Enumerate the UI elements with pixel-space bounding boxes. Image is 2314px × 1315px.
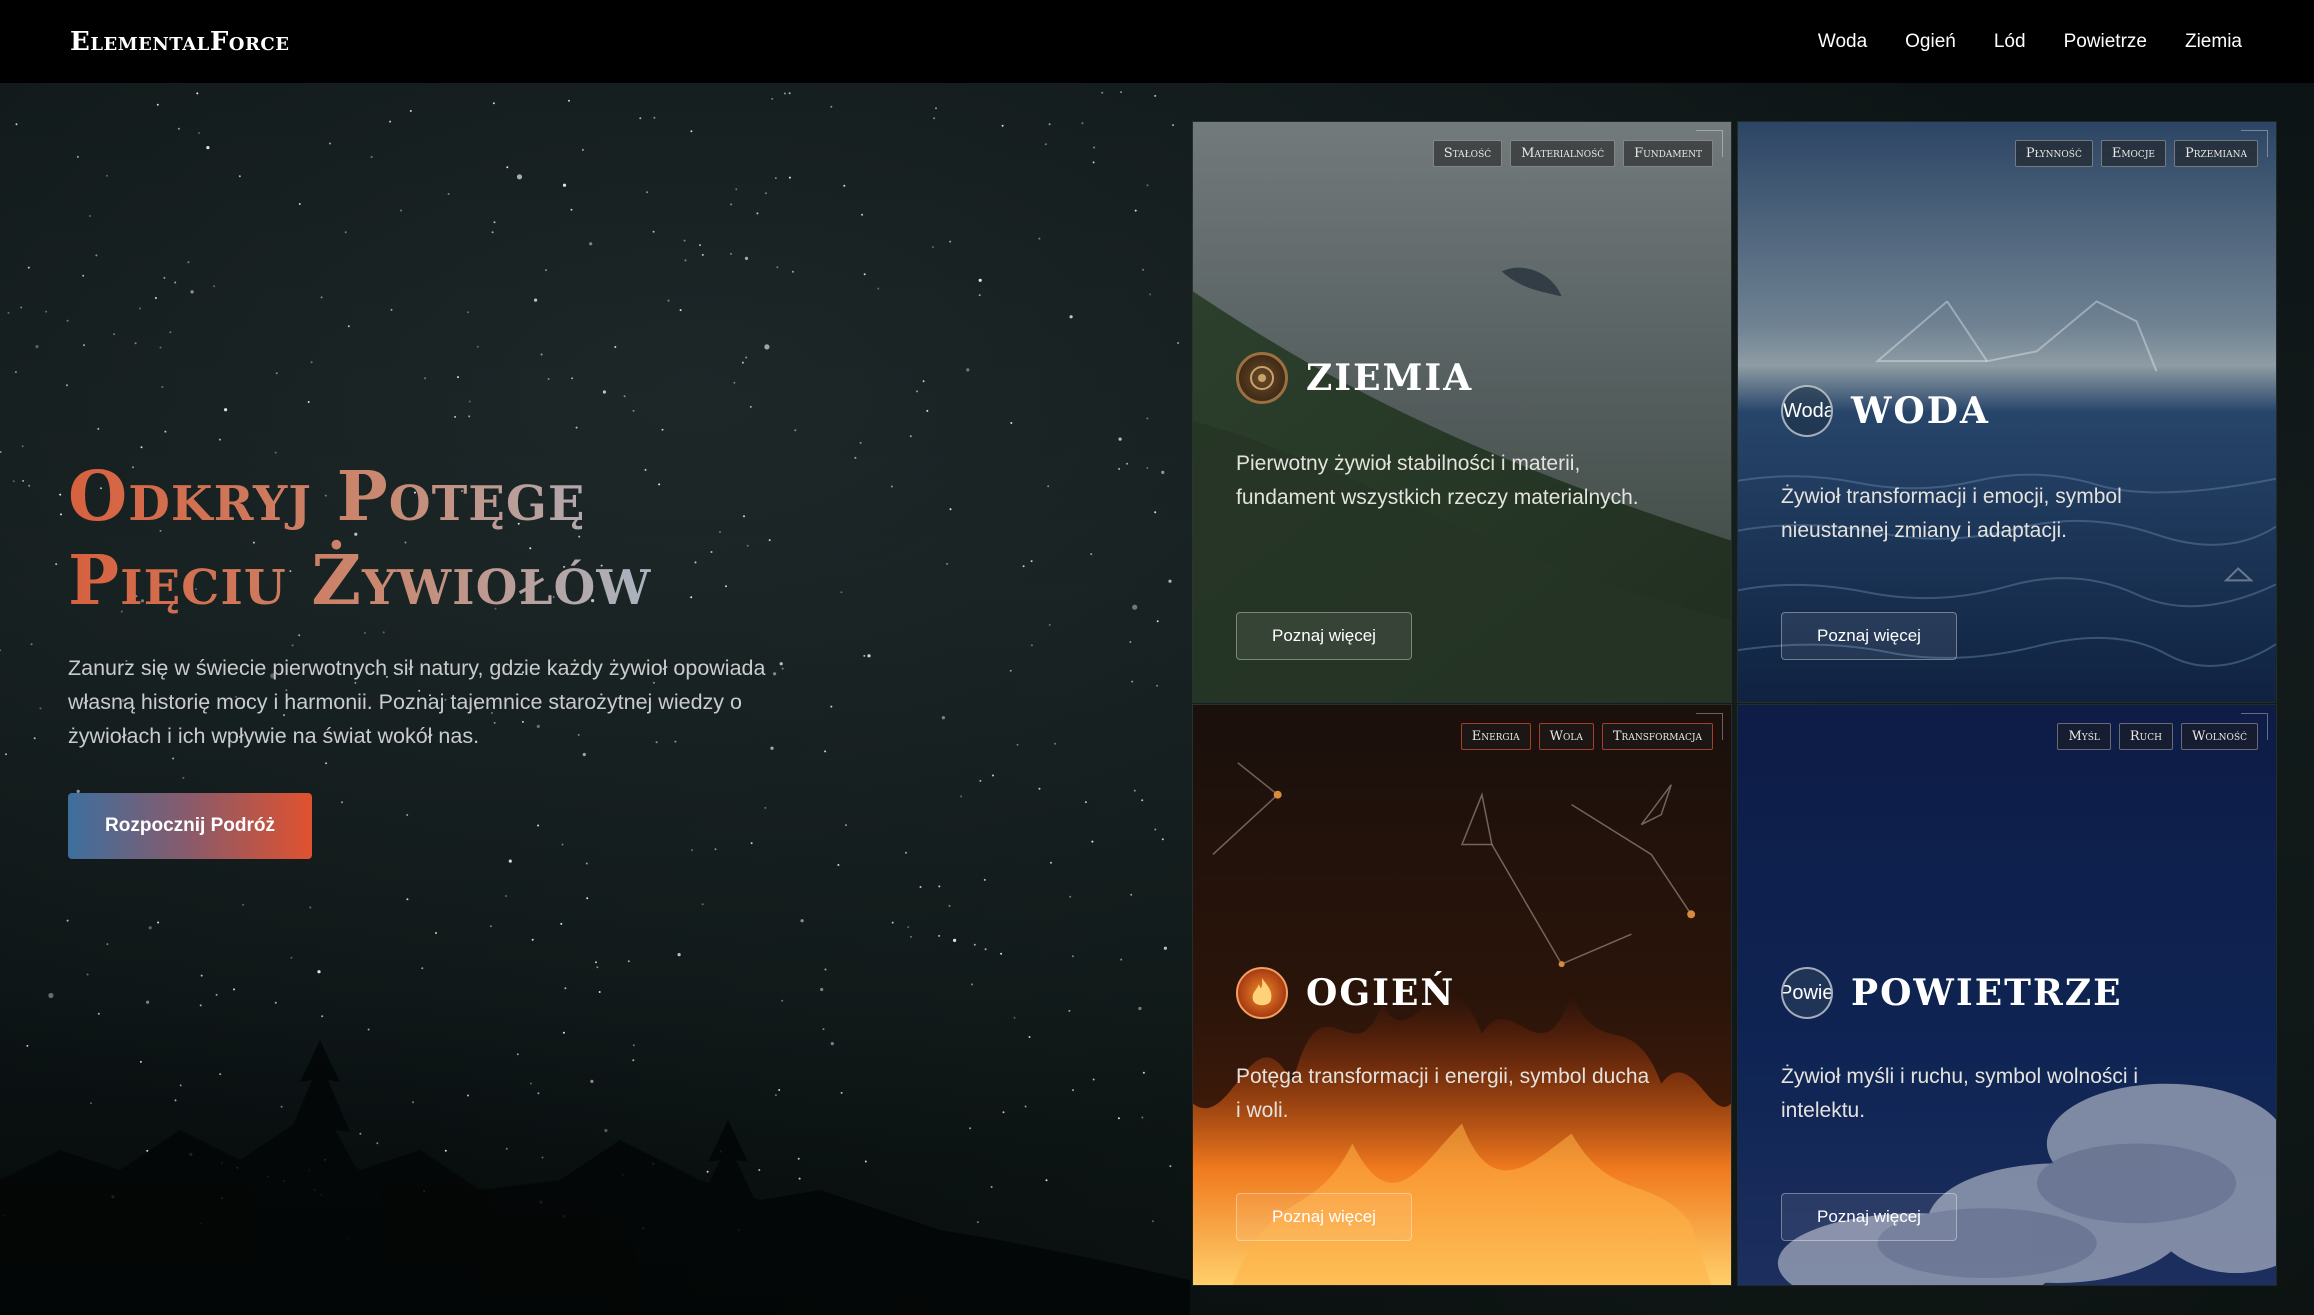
card-title: ZIEMIA — [1306, 357, 1474, 399]
element-card-ogien[interactable]: Energia Wola Transformacja OGIEŃ Potęga … — [1192, 704, 1732, 1286]
card-description: Pierwotny żywioł stabilności i materii, … — [1236, 452, 1639, 509]
tag: Emocje — [2100, 140, 2166, 167]
air-emblem-alt-text: Powietrze — [1781, 981, 1833, 1004]
card-title: POWIETRZE — [1851, 972, 2123, 1014]
learn-more-button[interactable]: Poznaj więcej — [1781, 612, 1957, 660]
card-header: Powietrze POWIETRZE — [1781, 967, 2123, 1019]
tag: Przemiana — [2174, 140, 2258, 167]
card-header: ZIEMIA — [1236, 352, 1473, 404]
tag: Materialność — [1510, 140, 1616, 167]
nav-link-woda[interactable]: Woda — [1818, 31, 1867, 53]
tag-list: Myśl Ruch Wolność — [2057, 723, 2258, 750]
tag: Ruch — [2118, 723, 2173, 750]
card-description: Żywioł myśli i ruchu, symbol wolności i … — [1781, 1065, 2139, 1122]
element-card-ziemia[interactable]: Stałość Materialność Fundament ZIEMIA Pi… — [1192, 121, 1732, 703]
hero-title-line-1: Odkryj Potęgę — [68, 455, 848, 539]
tag-list: Stałość Materialność Fundament — [1432, 140, 1713, 167]
hero-title: Odkryj Potęgę Pięciu Żywiołów — [68, 455, 848, 623]
tag: Myśl — [2057, 723, 2111, 750]
water-emblem-alt-text: Woda — [1783, 399, 1833, 422]
hero-title-line-2: Pięciu Żywiołów — [68, 539, 848, 623]
air-emblem-icon: Powietrze — [1781, 967, 1833, 1019]
hero-section: Odkryj Potęgę Pięciu Żywiołów Zanurz się… — [68, 455, 848, 859]
card-description: Żywioł transformacji i emocji, symbol ni… — [1781, 485, 2122, 542]
tag: Stałość — [1432, 140, 1503, 167]
fire-emblem-icon — [1236, 967, 1288, 1019]
tag: Energia — [1460, 723, 1531, 750]
learn-more-button[interactable]: Poznaj więcej — [1236, 612, 1412, 660]
top-navigation-bar: ElementalForce Woda Ogień Lód Powietrze … — [0, 0, 2314, 83]
tag: Płynność — [2014, 140, 2093, 167]
brand-logo[interactable]: ElementalForce — [70, 27, 289, 57]
card-header: Woda WODA — [1781, 385, 1990, 437]
earth-emblem-icon — [1236, 352, 1288, 404]
element-card-woda[interactable]: Płynność Emocje Przemiana Woda WODA Żywi… — [1737, 121, 2277, 703]
nav-links: Woda Ogień Lód Powietrze Ziemia — [1818, 31, 2244, 53]
tag-list: Energia Wola Transformacja — [1460, 723, 1713, 750]
learn-more-button[interactable]: Poznaj więcej — [1781, 1193, 1957, 1241]
nav-link-lod[interactable]: Lód — [1994, 31, 2026, 53]
water-emblem-icon: Woda — [1781, 385, 1833, 437]
card-title: WODA — [1851, 390, 1990, 432]
card-header: OGIEŃ — [1236, 967, 1455, 1019]
card-title: OGIEŃ — [1306, 972, 1456, 1014]
tag-list: Płynność Emocje Przemiana — [2014, 140, 2258, 167]
start-journey-button[interactable]: Rozpocznij Podróż — [68, 793, 312, 859]
tag: Transformacja — [1601, 723, 1713, 750]
element-card-powietrze[interactable]: Myśl Ruch Wolność Powietrze POWIETRZE Ży… — [1737, 704, 2277, 1286]
tag: Wolność — [2180, 723, 2258, 750]
tag: Fundament — [1623, 140, 1713, 167]
nav-link-ogien[interactable]: Ogień — [1905, 31, 1956, 53]
nav-link-ziemia[interactable]: Ziemia — [2185, 31, 2242, 53]
tag: Wola — [1538, 723, 1594, 750]
card-description: Potęga transformacji i energii, symbol d… — [1236, 1065, 1650, 1122]
nav-link-powietrze[interactable]: Powietrze — [2064, 31, 2147, 53]
learn-more-button[interactable]: Poznaj więcej — [1236, 1193, 1412, 1241]
hero-description: Zanurz się w świecie pierwotnych sił nat… — [68, 656, 766, 748]
